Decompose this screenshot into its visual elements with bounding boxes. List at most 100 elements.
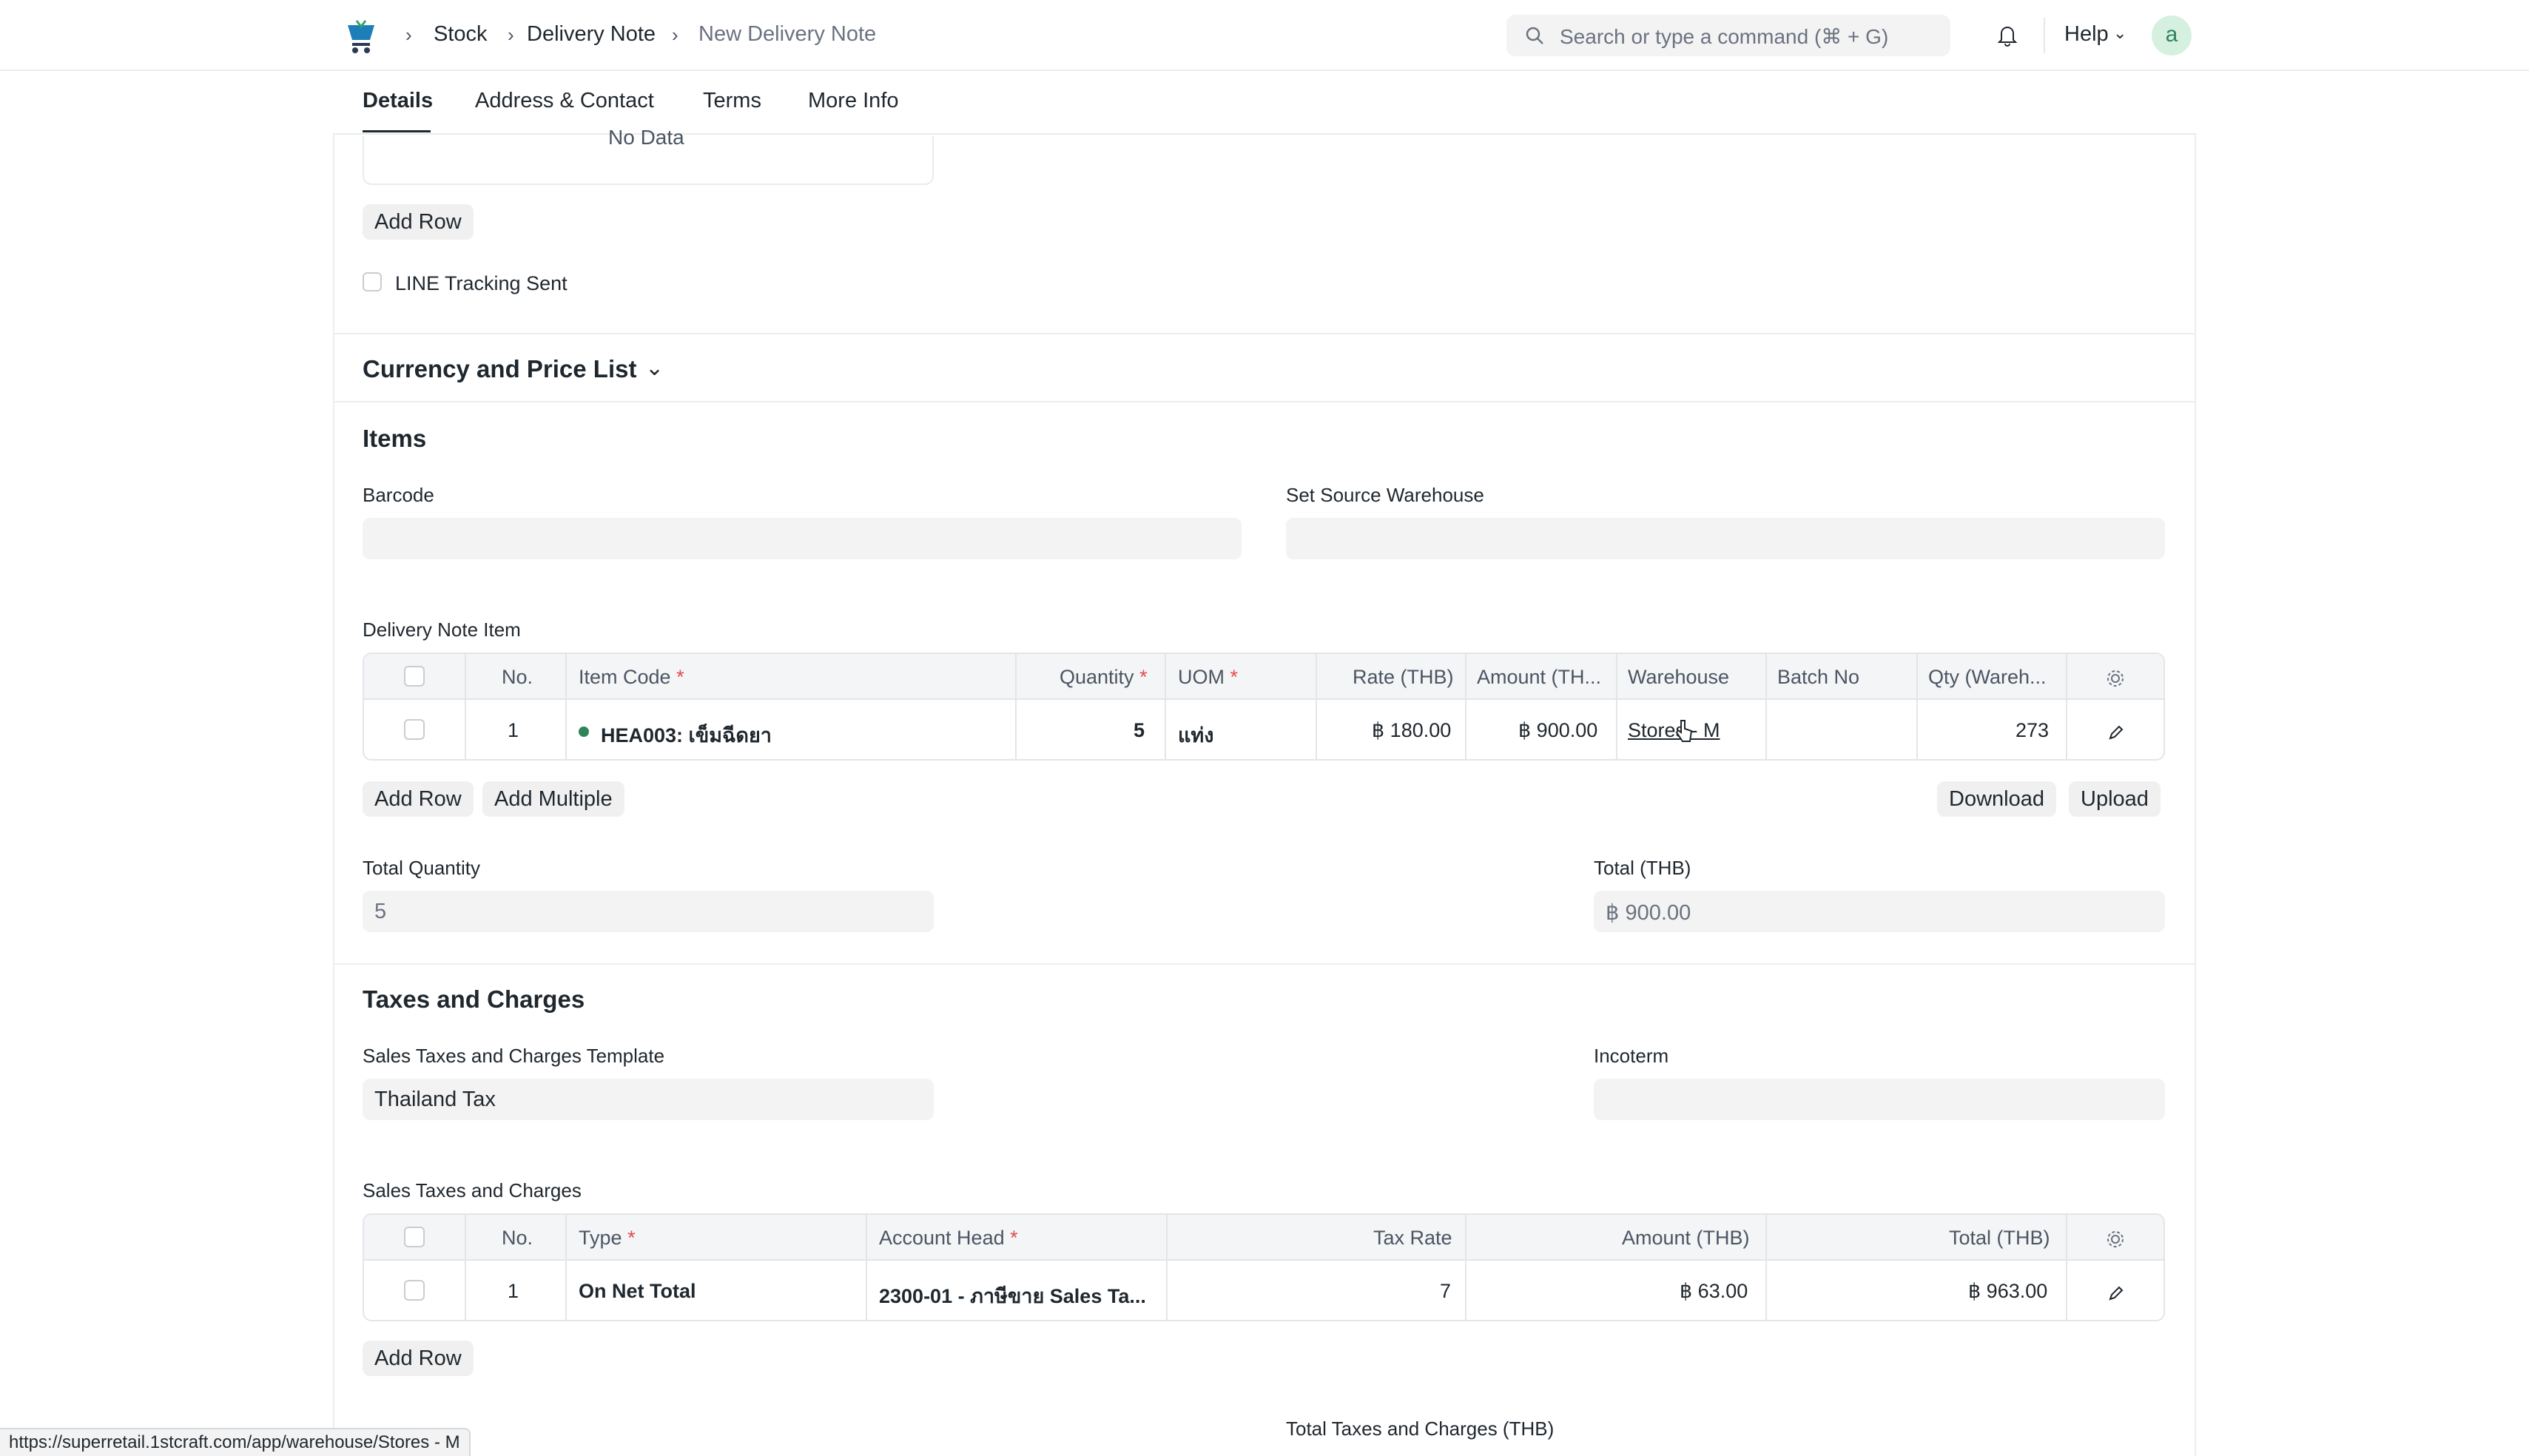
search-bar[interactable]: Search or type a command (⌘ + G) bbox=[1506, 15, 1950, 56]
select-all-checkbox[interactable] bbox=[404, 666, 425, 687]
select-all-checkbox[interactable] bbox=[404, 1227, 425, 1247]
row-no: 1 bbox=[508, 1280, 519, 1302]
add-row-button[interactable]: Add Row bbox=[363, 204, 474, 240]
grid-divider bbox=[565, 654, 567, 759]
type-cell[interactable]: On Net Total bbox=[579, 1280, 696, 1303]
uom-cell[interactable]: แท่ง bbox=[1178, 719, 1213, 751]
grid-divider bbox=[2066, 1215, 2067, 1320]
column-header-batch-no[interactable]: Batch No bbox=[1777, 666, 1859, 689]
column-header-type[interactable]: Type * bbox=[579, 1227, 636, 1250]
edit-pencil-icon[interactable] bbox=[2107, 1284, 2125, 1302]
column-header-quantity[interactable]: Quantity * bbox=[1060, 666, 1148, 689]
barcode-label: Barcode bbox=[363, 484, 434, 506]
app-logo-icon[interactable] bbox=[342, 18, 380, 56]
item-code-cell[interactable]: HEA003: เข็มฉีดยา bbox=[601, 719, 772, 751]
column-header-amount[interactable]: Amount (THB) bbox=[1622, 1227, 1750, 1250]
tax-template-label: Sales Taxes and Charges Template bbox=[363, 1045, 665, 1067]
breadcrumb-delivery-note[interactable]: Delivery Note bbox=[527, 22, 656, 47]
tax-rate-cell[interactable]: 7 bbox=[1440, 1280, 1451, 1303]
column-header-amount[interactable]: Amount (TH... bbox=[1477, 666, 1607, 689]
search-icon bbox=[1526, 27, 1543, 44]
items-section-title: Items bbox=[363, 425, 427, 452]
column-header-account-head[interactable]: Account Head * bbox=[879, 1227, 1018, 1250]
grid-divider bbox=[1465, 654, 1466, 759]
status-dot-icon bbox=[579, 727, 589, 737]
total-label: Total (THB) bbox=[1594, 857, 1691, 879]
source-warehouse-input[interactable] bbox=[1286, 518, 2165, 559]
notification-bell-icon[interactable] bbox=[1995, 22, 2020, 47]
tab-address-contact[interactable]: Address & Contact bbox=[475, 89, 654, 113]
column-header-item-code[interactable]: Item Code * bbox=[579, 666, 684, 689]
quantity-cell[interactable]: 5 bbox=[1134, 719, 1145, 742]
column-header-total[interactable]: Total (THB) bbox=[1949, 1227, 2050, 1250]
incoterm-input[interactable] bbox=[1594, 1079, 2165, 1120]
section-divider bbox=[333, 401, 2196, 402]
chevron-down-icon[interactable]: ⌄ bbox=[645, 355, 664, 381]
gear-icon[interactable] bbox=[2104, 1228, 2126, 1250]
cursor-hand-icon bbox=[1675, 720, 1693, 742]
breadcrumb-separator-icon: › bbox=[508, 24, 514, 46]
section-divider bbox=[333, 963, 2196, 965]
qty-warehouse-cell: 273 bbox=[2016, 719, 2050, 741]
barcode-input[interactable] bbox=[363, 518, 1242, 559]
total-taxes-label: Total Taxes and Charges (THB) bbox=[1286, 1418, 1555, 1440]
column-header-uom[interactable]: UOM * bbox=[1178, 666, 1238, 689]
column-header-no: No. bbox=[502, 666, 533, 688]
breadcrumb-stock[interactable]: Stock bbox=[434, 22, 488, 47]
add-multiple-button[interactable]: Add Multiple bbox=[482, 781, 624, 817]
help-menu[interactable]: Help bbox=[2064, 22, 2109, 47]
download-button[interactable]: Download bbox=[1937, 781, 2056, 817]
grid-divider bbox=[2066, 654, 2067, 759]
line-tracking-checkbox[interactable] bbox=[363, 272, 382, 291]
link-preview-status-bar: https://superretail.1stcraft.com/app/war… bbox=[0, 1428, 471, 1456]
grid-divider bbox=[1465, 1215, 1466, 1320]
tab-terms[interactable]: Terms bbox=[703, 89, 761, 113]
tab-more-info[interactable]: More Info bbox=[808, 89, 899, 113]
required-marker: * bbox=[1139, 666, 1148, 688]
active-tab-indicator bbox=[363, 130, 431, 132]
grid-divider bbox=[1316, 654, 1317, 759]
items-grid: No. Item Code * Quantity * UOM * Rate (T… bbox=[363, 653, 2165, 761]
column-header-tax-rate[interactable]: Tax Rate bbox=[1373, 1227, 1452, 1250]
row-checkbox[interactable] bbox=[404, 1280, 425, 1301]
grid-divider bbox=[1765, 654, 1767, 759]
gear-icon[interactable] bbox=[2104, 667, 2126, 690]
top-navbar: › Stock › Delivery Note › New Delivery N… bbox=[0, 0, 2529, 71]
rate-cell[interactable]: ฿ 180.00 bbox=[1372, 719, 1451, 742]
amount-cell: ฿ 900.00 bbox=[1518, 719, 1598, 741]
total-value: ฿ 900.00 bbox=[1606, 901, 1691, 925]
incoterm-label: Incoterm bbox=[1594, 1045, 1669, 1067]
add-row-button[interactable]: Add Row bbox=[363, 781, 474, 817]
warehouse-link[interactable]: Stores - M bbox=[1628, 719, 1720, 742]
column-header-type-text: Type bbox=[579, 1227, 622, 1249]
tab-details[interactable]: Details bbox=[363, 89, 433, 113]
required-marker: * bbox=[1010, 1227, 1018, 1249]
upload-button[interactable]: Upload bbox=[2069, 781, 2161, 817]
column-header-qty-warehouse[interactable]: Qty (Wareh... bbox=[1928, 666, 2058, 689]
grid-divider bbox=[1015, 654, 1017, 759]
grid-divider bbox=[465, 1215, 466, 1320]
grid-divider bbox=[866, 1215, 867, 1320]
grid-divider bbox=[1165, 654, 1166, 759]
row-checkbox[interactable] bbox=[404, 719, 425, 740]
column-header-account-head-text: Account Head bbox=[879, 1227, 1005, 1249]
tax-amount-cell: ฿ 63.00 bbox=[1680, 1280, 1748, 1302]
chevron-down-icon[interactable]: ⌄ bbox=[2113, 24, 2126, 43]
column-header-item-code-text: Item Code bbox=[579, 666, 671, 688]
edit-pencil-icon[interactable] bbox=[2107, 724, 2125, 741]
add-row-button[interactable]: Add Row bbox=[363, 1341, 474, 1376]
user-avatar[interactable]: a bbox=[2152, 16, 2192, 55]
currency-section-title[interactable]: Currency and Price List bbox=[363, 355, 636, 383]
breadcrumb-separator-icon: › bbox=[672, 24, 678, 46]
taxes-grid: No. Type * Account Head * Tax Rate Amoun… bbox=[363, 1213, 2165, 1321]
required-marker: * bbox=[627, 1227, 636, 1249]
total-quantity-value: 5 bbox=[374, 900, 387, 923]
search-placeholder: Search or type a command (⌘ + G) bbox=[1560, 25, 1889, 48]
column-header-rate[interactable]: Rate (THB) bbox=[1353, 666, 1454, 689]
column-header-warehouse[interactable]: Warehouse bbox=[1628, 666, 1729, 689]
line-tracking-label: LINE Tracking Sent bbox=[395, 272, 568, 294]
grid-divider bbox=[565, 1215, 567, 1320]
total-quantity-field bbox=[363, 891, 934, 932]
account-head-cell[interactable]: 2300-01 - ภาษีขาย Sales Ta... bbox=[879, 1280, 1153, 1312]
total-quantity-label: Total Quantity bbox=[363, 857, 480, 879]
